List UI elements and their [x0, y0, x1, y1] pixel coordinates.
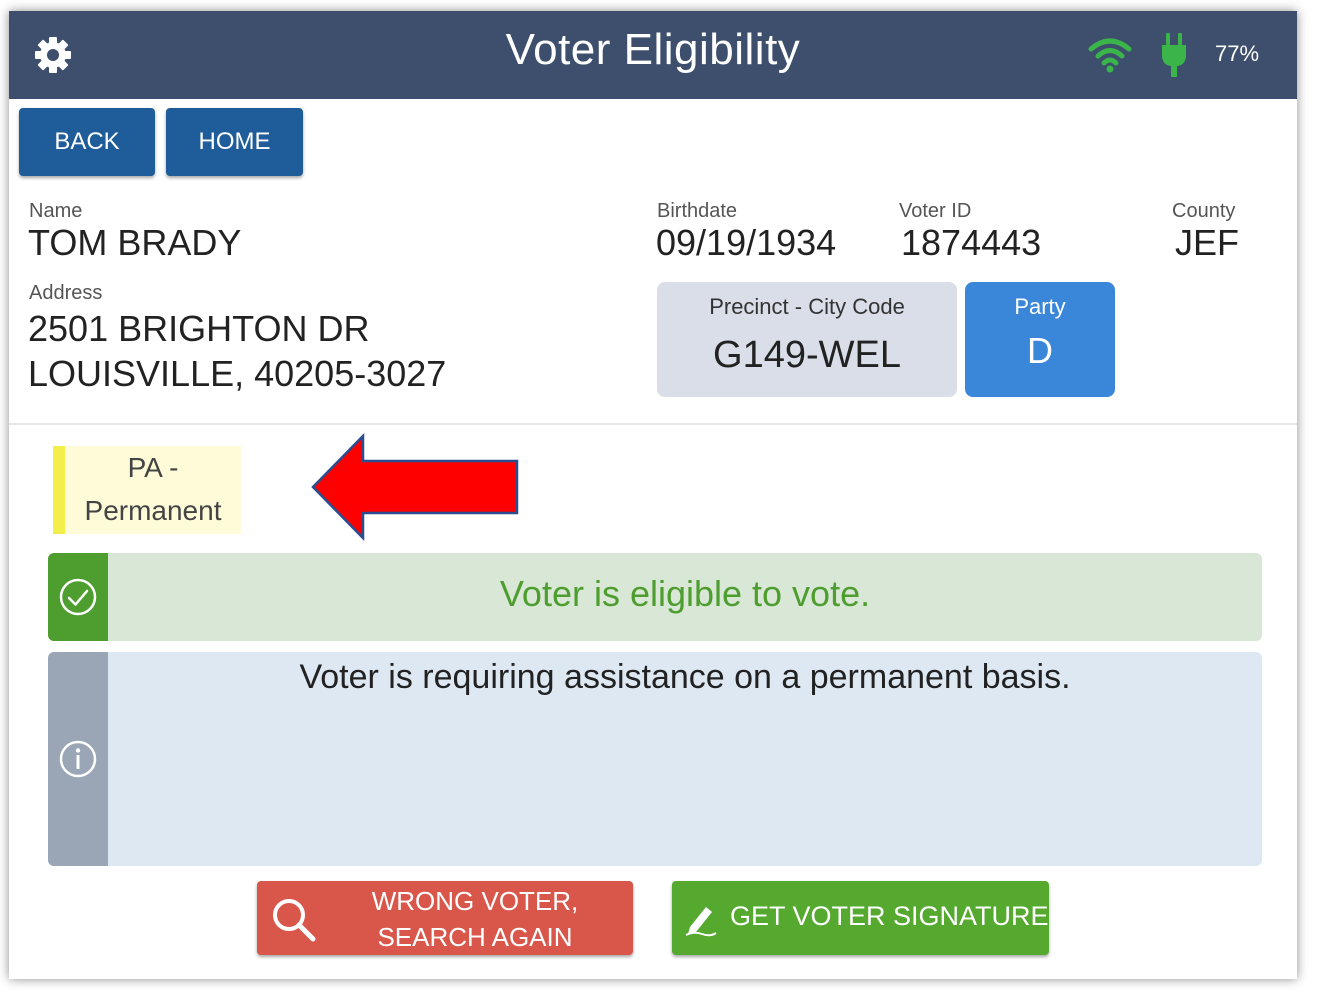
party-value: D — [1027, 330, 1053, 371]
birthdate-value: 09/19/1934 — [656, 222, 837, 263]
precinct-box: Precinct - City Code G149-WEL — [657, 282, 957, 397]
pen-icon — [685, 907, 717, 937]
voter-id-value: 1874443 — [901, 222, 1042, 263]
check-circle-icon — [59, 578, 97, 616]
eligibility-banner: Voter is eligible to vote. — [48, 553, 1262, 641]
county-label: County — [1172, 200, 1236, 222]
back-button[interactable]: BACK — [19, 108, 155, 176]
address-line2: LOUISVILLE, 40205-3027 — [28, 353, 447, 394]
info-circle-icon — [59, 740, 97, 778]
assistance-tag-line1: PA - — [127, 452, 179, 483]
county-value: JEF — [1175, 222, 1240, 263]
assistance-tag: PA - Permanent — [53, 446, 241, 534]
info-text: Voter is requiring assistance on a perma… — [299, 658, 1071, 696]
party-box: Party D — [965, 282, 1115, 397]
name-label: Name — [29, 200, 83, 222]
section-divider — [9, 423, 1297, 425]
home-button[interactable]: HOME — [166, 108, 303, 176]
voter-id-label: Voter ID — [899, 200, 972, 222]
assistance-tag-line2: Permanent — [84, 495, 222, 526]
header-bar: Voter Eligibility 77% — [9, 11, 1297, 99]
address-label: Address — [29, 282, 103, 304]
battery-percent: 77% — [1215, 41, 1260, 66]
red-arrow-annotation — [311, 433, 519, 541]
app-window: Voter Eligibility 77% BACK HOME Name TOM… — [9, 11, 1297, 979]
get-signature-label: GET VOTER SIGNATURE — [730, 901, 1049, 931]
address-line1: 2501 BRIGHTON DR — [28, 308, 370, 349]
birthdate-label: Birthdate — [657, 200, 738, 222]
eligibility-text: Voter is eligible to vote. — [499, 573, 871, 614]
party-label: Party — [1014, 294, 1066, 319]
search-icon — [273, 899, 316, 942]
wrong-voter-button[interactable]: WRONG VOTER, SEARCH AGAIN — [257, 881, 633, 955]
precinct-label: Precinct - City Code — [709, 294, 905, 319]
wifi-icon — [1088, 38, 1132, 73]
info-banner: Voter is requiring assistance on a perma… — [48, 652, 1262, 866]
voter-name: TOM BRADY — [28, 222, 242, 263]
get-signature-button[interactable]: GET VOTER SIGNATURE — [672, 881, 1049, 955]
precinct-value: G149-WEL — [713, 334, 901, 376]
wrong-voter-label: WRONG VOTER, SEARCH AGAIN — [371, 886, 579, 952]
power-plug-icon — [1162, 33, 1186, 77]
